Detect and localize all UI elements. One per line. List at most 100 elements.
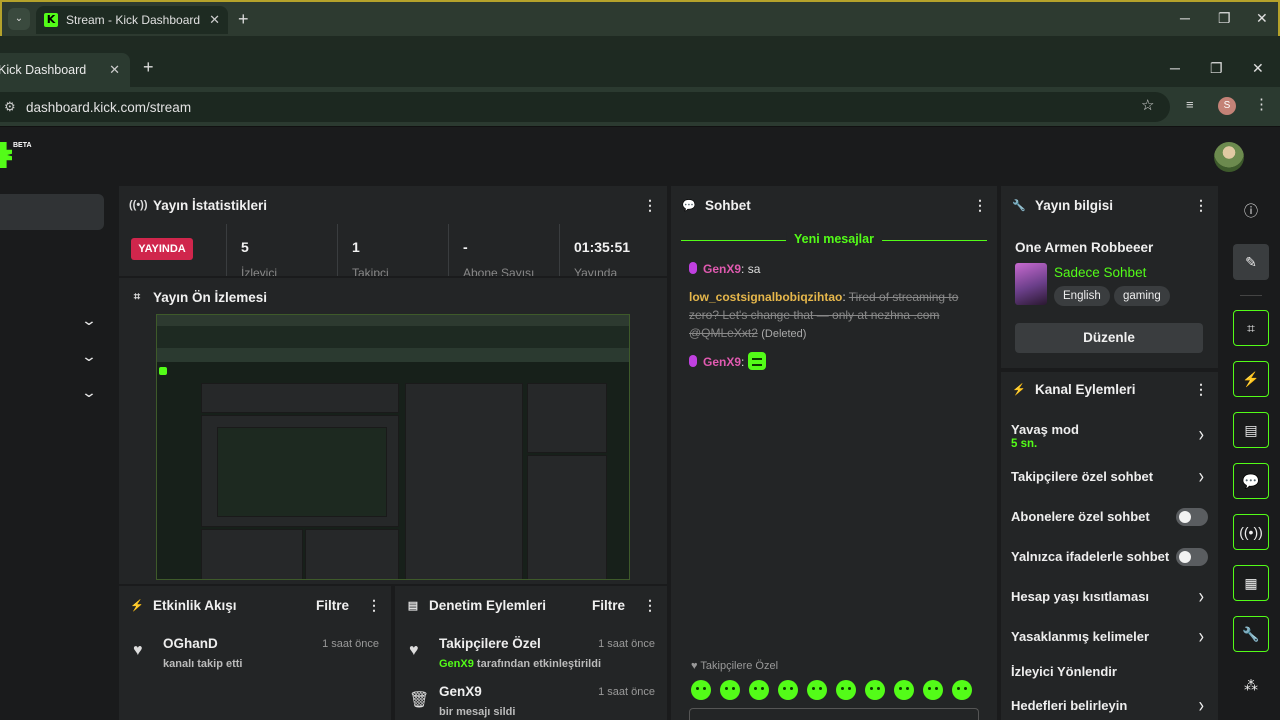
kick-logo[interactable] — [0, 142, 12, 168]
chat-text: sa — [747, 262, 761, 276]
layout-icon[interactable]: ▦ — [1233, 565, 1269, 601]
minimize-icon[interactable]: ─ — [1180, 10, 1190, 26]
feed-time: 1 saat önce — [598, 686, 655, 698]
restore-icon[interactable]: ❐ — [1218, 10, 1231, 27]
chevron-down-icon[interactable]: ⌄ — [76, 312, 101, 329]
action-label: Abonelere özel sohbet — [1011, 509, 1150, 524]
emote-only-toggle[interactable] — [1176, 548, 1208, 566]
feed-title: Takipçilere Özel — [439, 636, 541, 651]
more-options-icon[interactable]: ⋮ — [1194, 197, 1208, 214]
preview-icon[interactable]: ⌗ — [1233, 310, 1269, 346]
document-icon: ▤ — [407, 599, 419, 612]
stat-value: 5 — [241, 239, 249, 255]
emote-icon[interactable] — [865, 680, 885, 700]
widgets-icon[interactable]: ⁂ — [1233, 667, 1269, 703]
followers-only-row[interactable]: Takipçilere özel sohbet › — [1011, 466, 1208, 489]
browser-menu-icon[interactable]: ⋮ — [1254, 95, 1269, 113]
close-icon[interactable]: ✕ — [109, 62, 120, 78]
active-tab[interactable]: Kick Dashboard ✕ — [0, 53, 130, 87]
beta-label: BETA — [13, 142, 32, 149]
more-options-icon[interactable]: ⋮ — [643, 197, 657, 214]
emote-icon[interactable] — [836, 680, 856, 700]
user-avatar[interactable] — [1214, 142, 1244, 172]
stat-value: - — [463, 239, 468, 255]
subscribers-only-row: Abonelere özel sohbet — [1011, 508, 1208, 529]
emote-icon[interactable] — [778, 680, 798, 700]
new-tab-button[interactable]: + — [238, 9, 249, 30]
subscribers-only-toggle[interactable] — [1176, 508, 1208, 526]
new-messages-label: Yeni mesajlar — [786, 232, 882, 246]
chat-message-deleted: low_costsignalbobiqzihtao: Tired of stre… — [689, 288, 977, 343]
restore-icon[interactable]: ❐ — [1210, 60, 1223, 77]
chat-username[interactable]: GenX9 — [703, 262, 741, 276]
minimize-icon[interactable]: ─ — [1170, 60, 1180, 76]
account-age-row[interactable]: Hesap yaşı kısıtlaması › — [1011, 586, 1208, 609]
chevron-right-icon: › — [1198, 466, 1204, 489]
stream-preview-video[interactable] — [156, 314, 630, 580]
new-tab-button[interactable]: + — [143, 57, 154, 78]
action-label: İzleyici Yönlendir — [1011, 664, 1117, 679]
close-window-icon[interactable]: ✕ — [1252, 60, 1264, 77]
profile-avatar[interactable]: S — [1218, 97, 1236, 115]
panel-title: Etkinlik Akışı — [153, 597, 237, 613]
chat-username[interactable]: low_costsignalbobiqzihtao — [689, 290, 842, 304]
more-options-icon[interactable]: ⋮ — [367, 597, 381, 614]
chat-input[interactable] — [689, 708, 979, 720]
more-options-icon[interactable]: ⋮ — [973, 197, 987, 214]
emote-icon[interactable] — [749, 680, 769, 700]
tag-badge: gaming — [1114, 286, 1170, 306]
moderation-actions-panel: ▤ Denetim Eylemleri Filtre ⋮ ♥ Takipçile… — [395, 586, 667, 720]
action-label: Yasaklanmış kelimeler — [1011, 629, 1150, 644]
wrench-icon[interactable]: 🔧 — [1233, 616, 1269, 652]
chat-bubble-icon[interactable]: 💬 — [1233, 463, 1269, 499]
document-icon[interactable]: ▤ — [1233, 412, 1269, 448]
edit-button[interactable]: Düzenle — [1015, 323, 1203, 353]
mic-badge-icon — [689, 262, 697, 274]
emote-icon[interactable] — [807, 680, 827, 700]
address-bar[interactable]: ⚙ dashboard.kick.com/stream — [0, 92, 1170, 122]
emote-icon[interactable] — [691, 680, 711, 700]
feed-username[interactable]: GenX9 — [439, 684, 482, 699]
lightning-icon[interactable]: ⚡ — [1233, 361, 1269, 397]
sidebar-item-active[interactable] — [0, 194, 104, 230]
info-icon[interactable]: ⓘ — [1233, 193, 1269, 229]
tab-search-button[interactable]: ⌄ — [8, 8, 30, 30]
address-bar-row: ⚙ dashboard.kick.com/stream ☆ ≡ S ⋮ — [0, 87, 1280, 127]
broadcast-icon[interactable]: ((•)) — [1233, 514, 1269, 550]
bookmark-star-icon[interactable]: ☆ — [1141, 96, 1154, 114]
filter-button[interactable]: Filtre — [592, 598, 625, 613]
slow-mode-row[interactable]: Yavaş mod 5 sn. › — [1011, 422, 1208, 454]
emote-icon[interactable] — [952, 680, 972, 700]
chevron-down-icon[interactable]: ⌄ — [76, 348, 101, 365]
list-item: ♥ OGhanD kanalı takip etti 1 saat önce — [119, 628, 391, 674]
close-window-icon[interactable]: ✕ — [1256, 10, 1268, 27]
chevron-down-icon[interactable]: ⌄ — [76, 384, 101, 401]
outer-tab[interactable]: K Stream - Kick Dashboard ✕ — [36, 6, 228, 34]
category-link[interactable]: Sadece Sohbet — [1054, 265, 1146, 280]
filter-button[interactable]: Filtre — [316, 598, 349, 613]
more-options-icon[interactable]: ⋮ — [1194, 381, 1208, 398]
feed-username[interactable]: GenX9 — [439, 658, 474, 670]
tag-badge: English — [1054, 286, 1110, 306]
banned-words-row[interactable]: Yasaklanmış kelimeler › — [1011, 626, 1208, 649]
panel-title: Denetim Eylemleri — [429, 597, 547, 613]
site-settings-icon[interactable]: ⚙ — [4, 99, 16, 115]
feed-username[interactable]: OGhanD — [163, 636, 218, 651]
close-icon[interactable]: ✕ — [209, 12, 220, 28]
url-text[interactable]: dashboard.kick.com/stream — [26, 100, 191, 115]
stat-label: İzleyici — [241, 266, 278, 276]
activity-feed-panel: ⚡ Etkinlik Akışı Filtre ⋮ ♥ OGhanD kanal… — [119, 586, 391, 720]
media-controls-icon[interactable]: ≡ — [1186, 97, 1194, 112]
stat-value: 1 — [352, 239, 360, 255]
pencil-icon[interactable]: ✎ — [1233, 244, 1269, 280]
emote-icon[interactable] — [923, 680, 943, 700]
more-options-icon[interactable]: ⋮ — [643, 597, 657, 614]
chat-username[interactable]: GenX9 — [703, 355, 741, 369]
outer-browser-tabbar: ⌄ K Stream - Kick Dashboard ✕ + ─ ❐ ✕ — [0, 0, 1280, 36]
emote-icon[interactable] — [894, 680, 914, 700]
panel-title: Kanal Eylemleri — [1035, 381, 1136, 397]
raid-row[interactable]: İzleyici Yönlendir — [1011, 664, 1208, 684]
set-goals-row[interactable]: Hedefleri belirleyin › — [1011, 695, 1208, 718]
emote-icon[interactable] — [720, 680, 740, 700]
browser-tabbar: Kick Dashboard ✕ + ─ ❐ ✕ — [0, 50, 1280, 87]
